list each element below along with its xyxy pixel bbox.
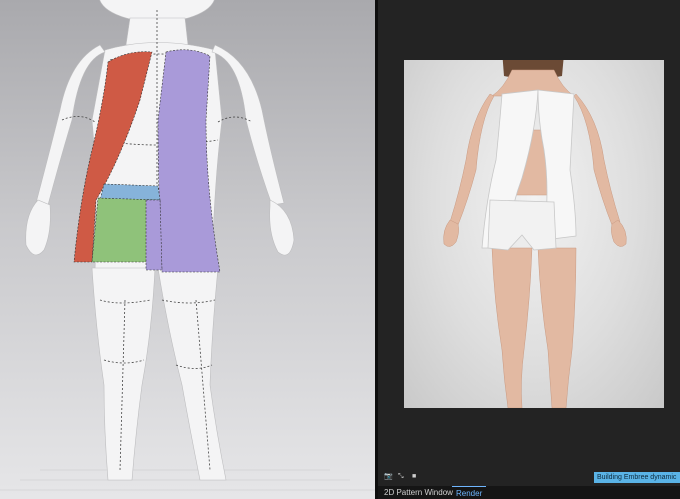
status-badge: Building Embree dynamic (594, 472, 680, 483)
scale-icon[interactable]: ⤡ (398, 472, 404, 482)
floor-grid (0, 469, 375, 491)
rendered-model (443, 60, 627, 408)
app-window: 📷 ⤡ ■ Building Embree dynamic 2D Pattern… (0, 0, 680, 499)
render-toolbar: 📷 ⤡ ■ Building Embree dynamic (378, 470, 680, 484)
tab-bar: 2D Pattern Window Render (378, 486, 680, 499)
render-canvas[interactable] (404, 60, 664, 408)
stop-icon[interactable]: ■ (412, 472, 416, 482)
tab-render[interactable]: Render (452, 486, 487, 499)
3d-viewport[interactable] (0, 0, 375, 499)
render-shorts (487, 199, 557, 251)
pattern-piece-blue (99, 183, 161, 201)
render-panel: 📷 ⤡ ■ Building Embree dynamic (378, 0, 680, 499)
pattern-piece-purple-small (145, 199, 163, 271)
camera-icon[interactable]: 📷 (384, 472, 393, 482)
tab-2d-pattern-window[interactable]: 2D Pattern Window (380, 486, 457, 499)
avatar-scene (0, 0, 375, 491)
